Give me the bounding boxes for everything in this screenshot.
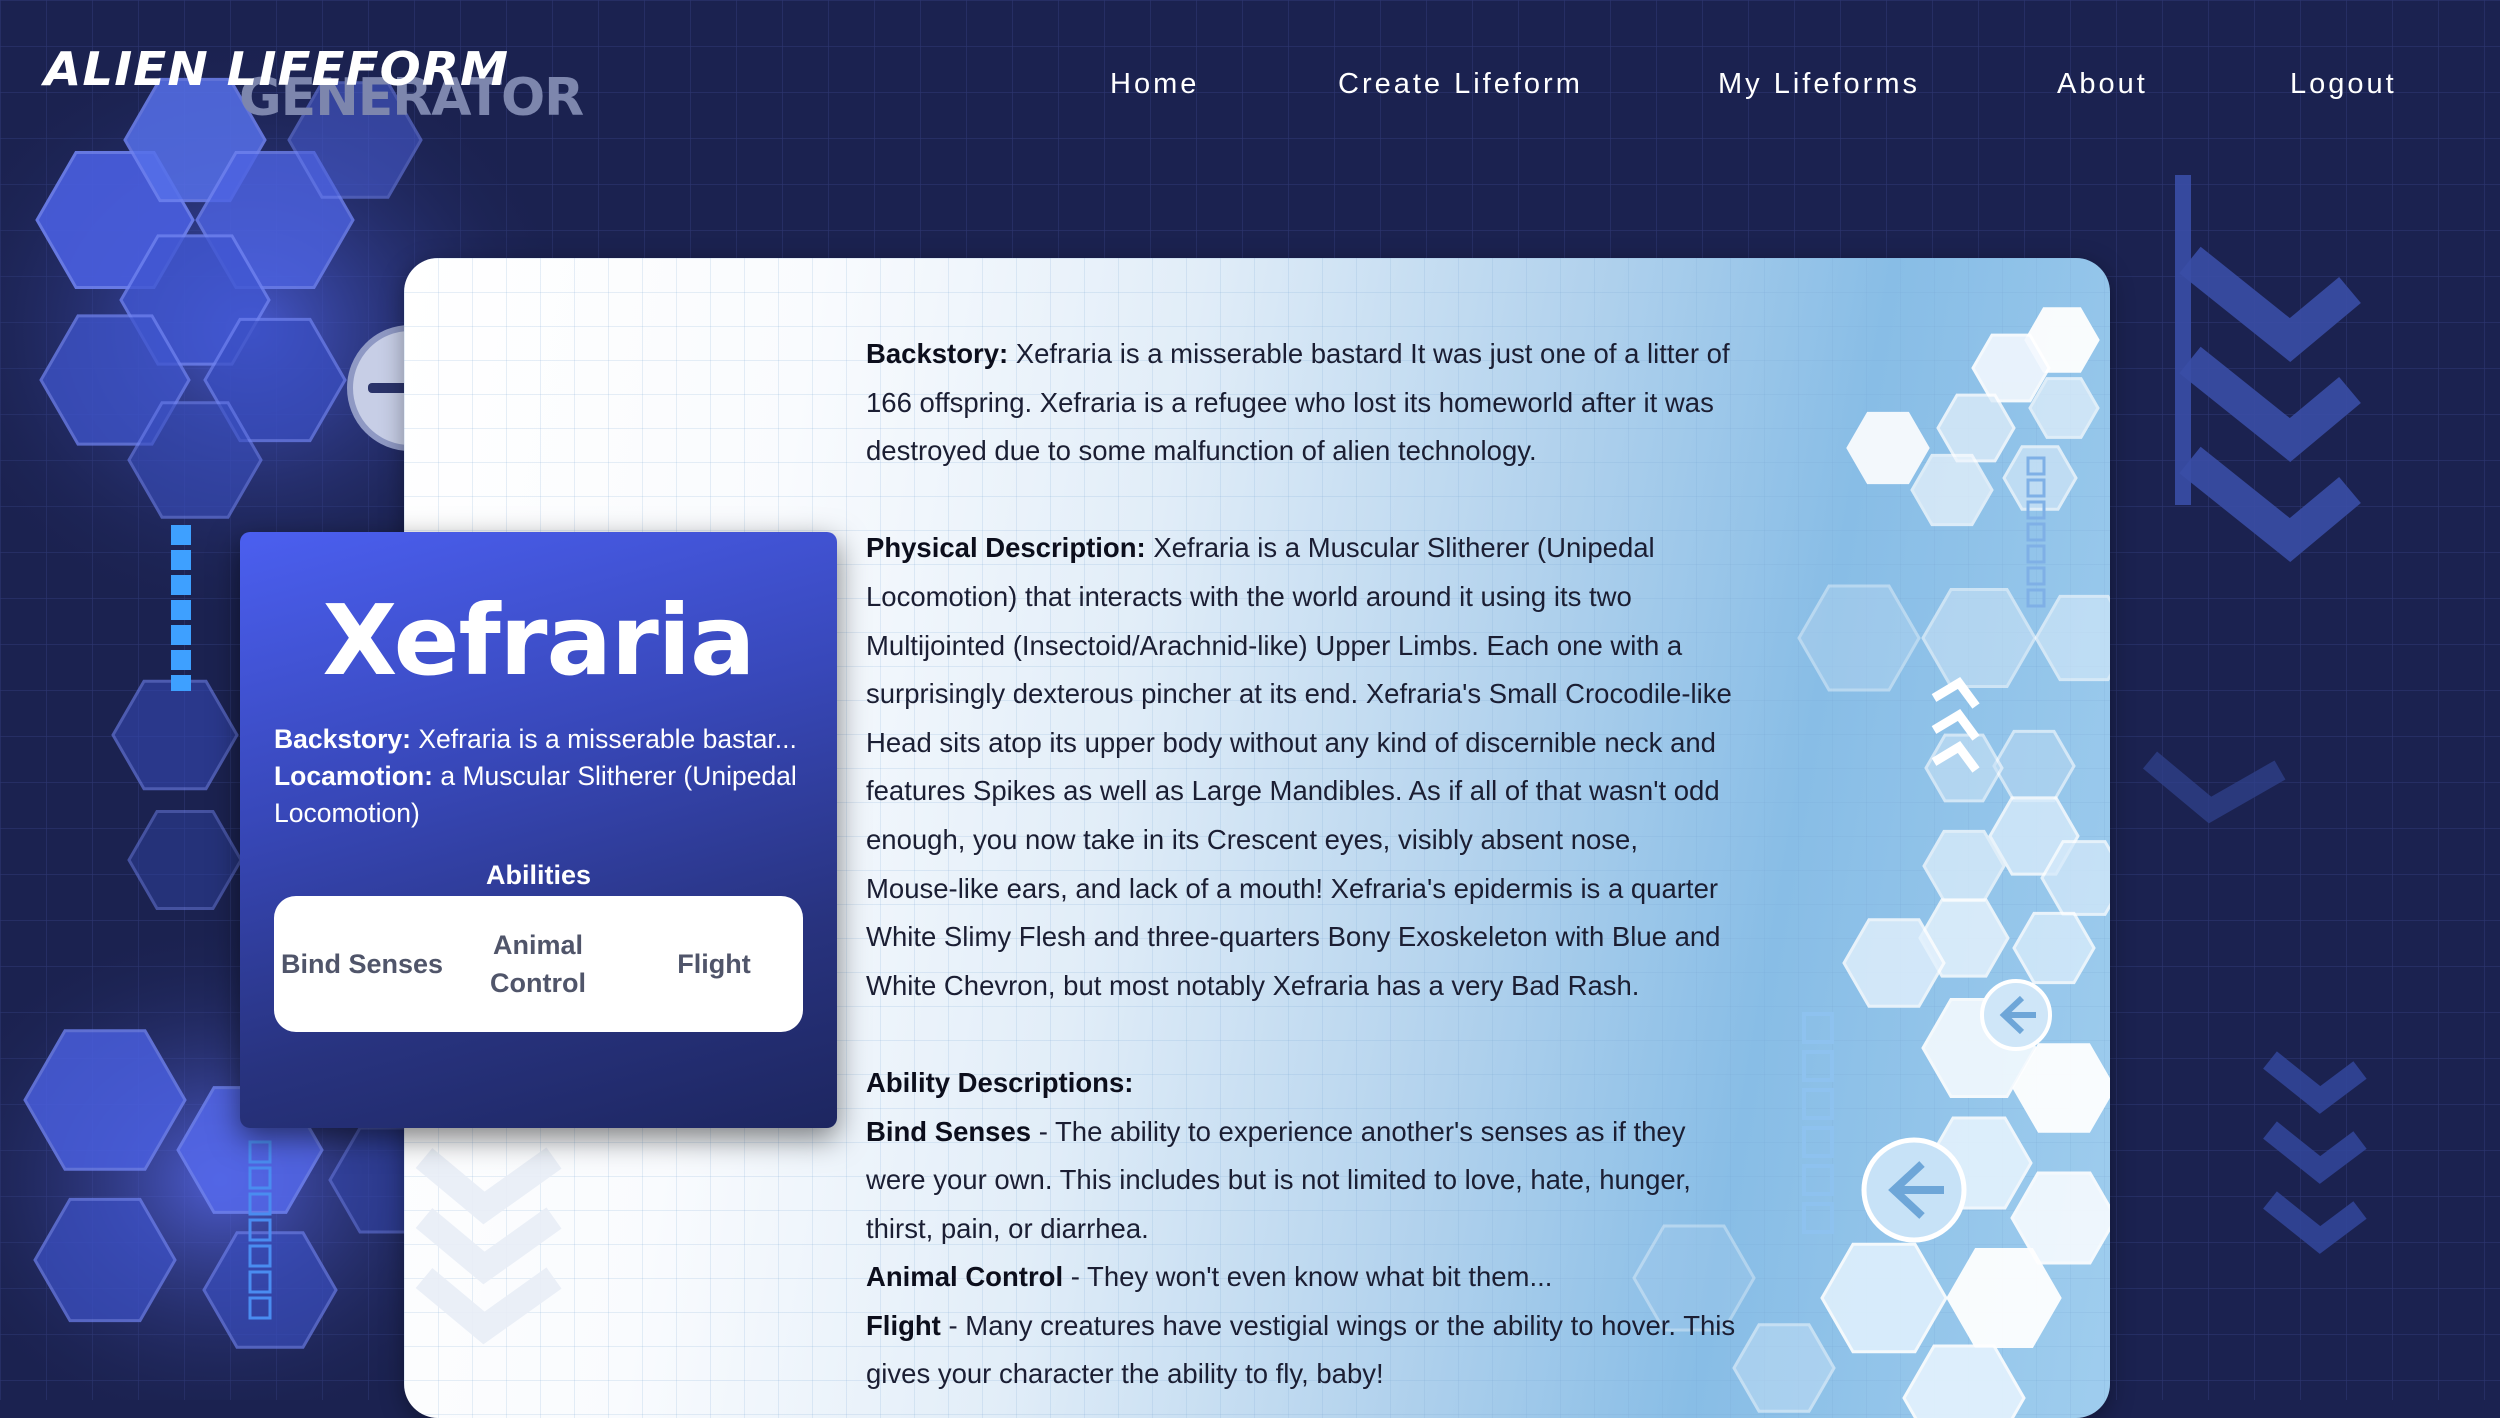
nav-logout[interactable]: Logout xyxy=(2290,68,2397,101)
nav-about[interactable]: About xyxy=(2057,68,2148,101)
top-navigation: Home Create Lifeform My Lifeforms About … xyxy=(0,68,2500,108)
hexagon-decoration xyxy=(2028,377,2100,439)
ability-animal-control[interactable]: Animal Control xyxy=(450,896,626,1032)
physical-description-text: Xefraria is a Muscular Slitherer (Uniped… xyxy=(866,532,1732,1001)
hexagon-decoration xyxy=(1797,584,1921,692)
backstory-paragraph: Backstory: Xefraria is a misserable bast… xyxy=(866,330,1736,476)
ability-name: Bind Senses xyxy=(866,1115,1032,1147)
hexagon-decoration xyxy=(1910,453,1994,527)
hexagon-decoration xyxy=(1732,1323,1836,1413)
card-locomotion-label: Locamotion: xyxy=(274,761,433,791)
hexagon-decoration xyxy=(1924,733,2004,803)
physical-description-paragraph: Physical Description: Xefraria is a Musc… xyxy=(866,524,1736,1010)
nav-home[interactable]: Home xyxy=(1110,68,1199,101)
hexagon-decoration xyxy=(2002,445,2078,511)
abilities-title: Abilities xyxy=(485,860,592,890)
hexagon-decoration xyxy=(1936,393,2016,463)
back-arrow-icon xyxy=(1980,979,2052,1051)
card-backstory-label: Backstory: xyxy=(274,724,411,754)
hexagon-decoration xyxy=(1902,1344,2026,1418)
ability-description-item: Flight - Many creatures have vestigial w… xyxy=(866,1302,1736,1399)
ability-description-text: - Many creatures have vestigial wings or… xyxy=(866,1309,1736,1390)
card-backstory-text: Xefraria is a misserable bastar... xyxy=(418,724,797,754)
hexagon-decoration xyxy=(1921,588,2037,688)
card-backstory: Backstory: Xefraria is a misserable bast… xyxy=(274,721,814,758)
backstory-label: Backstory: xyxy=(866,338,1009,369)
ability-descriptions-heading: Ability Descriptions: xyxy=(866,1059,1736,1108)
card-info: Backstory: Xefraria is a misserable bast… xyxy=(274,721,814,832)
ability-description-text: - They won't even know what bit them... xyxy=(1063,1261,1553,1293)
back-arrow-icon xyxy=(1861,1137,1967,1243)
hexagon-decoration xyxy=(2012,911,2096,985)
ability-name: Flight xyxy=(866,1309,941,1341)
physical-description-label: Physical Description: xyxy=(866,532,1146,564)
ability-description-item: Animal Control - They won't even know wh… xyxy=(866,1253,1736,1302)
ability-flight[interactable]: Flight xyxy=(626,896,802,1032)
hexagon-decoration xyxy=(1820,1242,1948,1354)
nav-my-lifeforms[interactable]: My Lifeforms xyxy=(1718,68,1920,101)
nav-create-lifeform[interactable]: Create Lifeform xyxy=(1338,68,1583,101)
abilities-list: Bind Senses Animal Control Flight xyxy=(274,896,803,1032)
ability-bind-senses[interactable]: Bind Senses xyxy=(274,896,450,1032)
lifeform-name: Xefraria xyxy=(322,584,755,697)
lifeform-details: Backstory: Xefraria is a misserable bast… xyxy=(866,330,1736,1399)
card-locomotion: Locamotion: a Muscular Slitherer (Uniped… xyxy=(274,758,814,832)
hexagon-decoration xyxy=(2034,594,2110,682)
ability-descriptions-label: Ability Descriptions: xyxy=(866,1066,1134,1098)
ability-name: Animal Control xyxy=(866,1261,1064,1293)
lifeform-summary-card: Xefraria Backstory: Xefraria is a misser… xyxy=(240,532,837,1128)
ability-description-item: Bind Senses - The ability to experience … xyxy=(866,1108,1736,1254)
hexagon-decoration xyxy=(1992,729,2076,803)
hexagon-decoration xyxy=(1846,411,1930,485)
